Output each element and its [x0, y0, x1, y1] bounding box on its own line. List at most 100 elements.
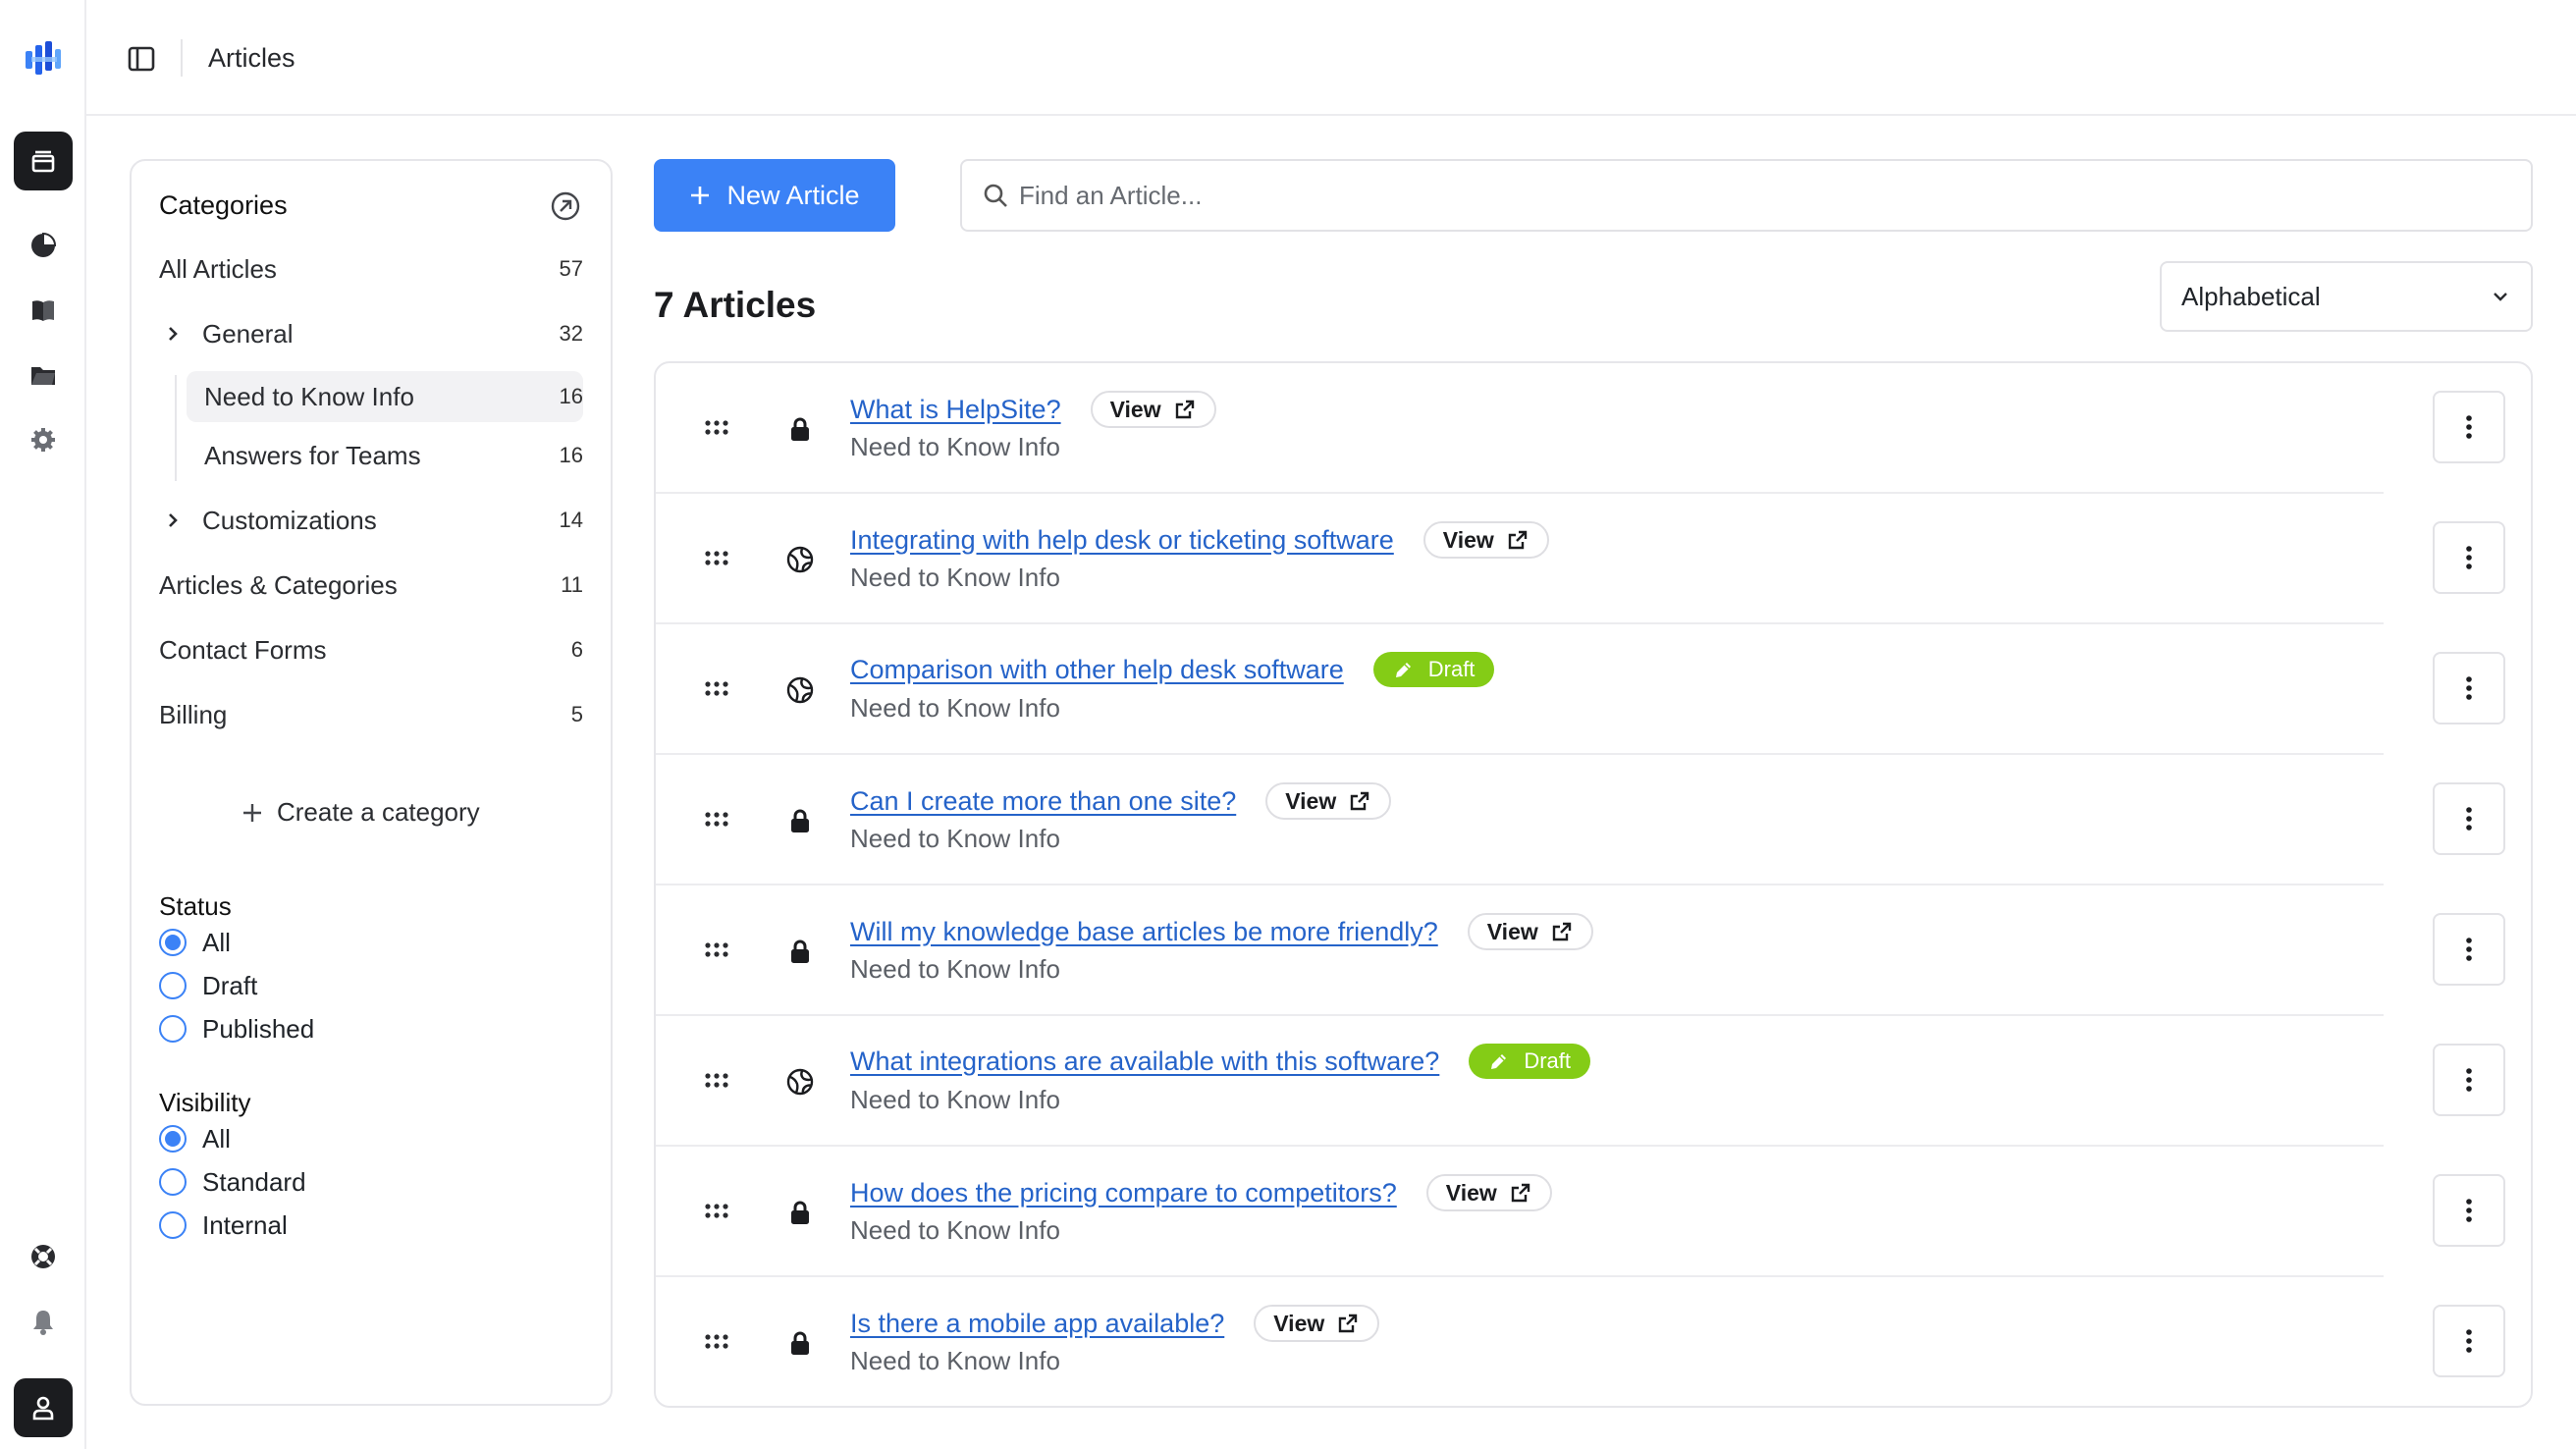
status-filter-title: Status [159, 891, 232, 921]
create-category-button[interactable]: Create a category [242, 797, 480, 828]
status-option-all[interactable]: All [159, 923, 231, 962]
radio-selected[interactable] [159, 1125, 187, 1153]
radio-label: All [202, 927, 231, 957]
article-menu-button[interactable] [2433, 913, 2505, 986]
article-title-link[interactable]: What integrations are available with thi… [850, 1046, 1439, 1077]
article-title-link[interactable]: Is there a mobile app available? [850, 1309, 1224, 1339]
subcategory-guide-line [175, 375, 177, 481]
chevron-right-icon[interactable] [163, 324, 192, 344]
article-title-link[interactable]: Comparison with other help desk software [850, 655, 1344, 685]
article-title-link[interactable]: Integrating with help desk or ticketing … [850, 525, 1394, 556]
article-title-link[interactable]: Will my knowledge base articles be more … [850, 917, 1438, 947]
drag-handle-icon[interactable] [703, 418, 730, 438]
globe-icon [785, 675, 815, 705]
category-general[interactable]: General 32 [159, 308, 583, 359]
sidebar-toggle-icon[interactable] [126, 43, 157, 75]
category-answers-for-teams[interactable]: Answers for Teams 16 [187, 430, 583, 481]
radio-unselected[interactable] [159, 1211, 187, 1239]
category-articles-and-categories[interactable]: Articles & Categories 11 [159, 560, 583, 611]
help-icon[interactable] [27, 1241, 59, 1272]
external-link-icon [1506, 528, 1530, 552]
book-icon[interactable] [27, 295, 59, 326]
category-all-articles[interactable]: All Articles 57 [159, 243, 583, 295]
visibility-option-standard[interactable]: Standard [159, 1162, 306, 1202]
analytics-icon[interactable] [27, 230, 59, 261]
radio-unselected[interactable] [159, 1015, 187, 1043]
drag-handle-icon[interactable] [703, 810, 730, 830]
article-menu-button[interactable] [2433, 1305, 2505, 1377]
status-option-draft[interactable]: Draft [159, 966, 257, 1005]
category-count: 16 [559, 384, 583, 408]
view-article-button[interactable]: View [1090, 391, 1216, 428]
article-category: Need to Know Info [850, 563, 1060, 592]
drag-handle-icon[interactable] [703, 1202, 730, 1221]
external-link-circle-icon[interactable] [550, 190, 581, 222]
article-menu-button[interactable] [2433, 652, 2505, 724]
view-article-button[interactable]: View [1254, 1305, 1380, 1342]
bell-icon[interactable] [27, 1306, 59, 1337]
category-count: 11 [561, 572, 583, 597]
visibility-option-all[interactable]: All [159, 1119, 231, 1158]
external-link-icon [1336, 1312, 1360, 1335]
radio-label: Draft [202, 970, 258, 1000]
article-title-link[interactable]: Can I create more than one site? [850, 786, 1236, 817]
drag-handle-icon[interactable] [703, 679, 730, 699]
article-menu-button[interactable] [2433, 782, 2505, 855]
view-article-button[interactable]: View [1425, 1174, 1552, 1211]
article-category: Need to Know Info [850, 432, 1060, 461]
article-menu-button[interactable] [2433, 391, 2505, 463]
sort-value: Alphabetical [2181, 281, 2321, 311]
visibility-option-internal[interactable]: Internal [159, 1206, 288, 1245]
article-row: What is HelpSite? View Need to Know Info [656, 363, 2531, 494]
category-need-to-know-info[interactable]: Need to Know Info 16 [187, 371, 583, 422]
chevron-right-icon[interactable] [163, 510, 192, 530]
article-title-link[interactable]: How does the pricing compare to competit… [850, 1178, 1397, 1208]
drag-handle-icon[interactable] [703, 1071, 730, 1091]
category-customizations[interactable]: Customizations 14 [159, 495, 583, 546]
article-menu-button[interactable] [2433, 1044, 2505, 1116]
draft-label: Draft [1524, 1048, 1571, 1073]
new-article-button[interactable]: New Article [654, 159, 895, 232]
drag-handle-icon[interactable] [703, 940, 730, 960]
user-account-button[interactable] [14, 1378, 73, 1437]
radio-unselected[interactable] [159, 972, 187, 999]
view-article-button[interactable]: View [1265, 782, 1392, 820]
drag-handle-icon[interactable] [703, 549, 730, 568]
status-option-published[interactable]: Published [159, 1009, 314, 1048]
logo-icon[interactable] [22, 37, 65, 80]
category-label: Billing [159, 699, 228, 729]
visibility-filter-title: Visibility [159, 1088, 251, 1117]
chevron-down-icon [2494, 293, 2507, 301]
category-billing[interactable]: Billing 5 [159, 689, 583, 740]
folder-icon[interactable] [27, 359, 59, 391]
kebab-icon [2465, 674, 2473, 702]
article-menu-button[interactable] [2433, 521, 2505, 594]
search-input[interactable] [1019, 180, 2492, 211]
article-search [960, 159, 2533, 232]
drag-handle-icon[interactable] [703, 1332, 730, 1352]
sort-select[interactable]: Alphabetical [2160, 261, 2533, 332]
article-title-link[interactable]: What is HelpSite? [850, 395, 1061, 425]
view-article-button[interactable]: View [1422, 521, 1549, 559]
article-row: How does the pricing compare to competit… [656, 1147, 2531, 1277]
articles-nav-button[interactable] [14, 132, 73, 190]
view-label: View [1109, 396, 1161, 422]
radio-unselected[interactable] [159, 1168, 187, 1196]
radio-selected[interactable] [159, 929, 187, 956]
category-contact-forms[interactable]: Contact Forms 6 [159, 624, 583, 675]
article-category: Need to Know Info [850, 1085, 1060, 1114]
settings-icon[interactable] [27, 424, 59, 456]
topbar-divider [181, 39, 183, 77]
article-row: Integrating with help desk or ticketing … [656, 494, 2531, 624]
kebab-icon [2465, 1327, 2473, 1355]
category-label: All Articles [159, 253, 277, 284]
kebab-icon [2465, 1197, 2473, 1224]
article-list: What is HelpSite? View Need to Know Info… [654, 361, 2533, 1408]
article-category: Need to Know Info [850, 1346, 1060, 1375]
view-label: View [1486, 918, 1538, 944]
article-menu-button[interactable] [2433, 1174, 2505, 1247]
view-article-button[interactable]: View [1467, 913, 1593, 950]
draft-badge: Draft [1372, 652, 1495, 687]
category-label: General [202, 318, 294, 349]
categories-panel: Categories All Articles 57 General 32 Ne… [130, 159, 613, 1406]
